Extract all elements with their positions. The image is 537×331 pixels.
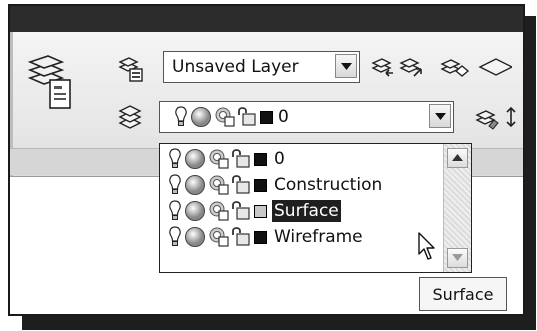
layer-control-combobox[interactable]: 0 — [159, 101, 454, 133]
layer-name: Surface — [272, 200, 341, 222]
scroll-down-button[interactable] — [447, 248, 468, 268]
layer-color-swatch[interactable] — [254, 230, 267, 244]
layer-isolate-icon[interactable] — [476, 55, 512, 81]
layer-state-icons — [168, 173, 272, 197]
unlock-icon[interactable] — [230, 174, 252, 196]
unlock-icon[interactable] — [230, 148, 252, 170]
sun-thaw-icon[interactable] — [182, 200, 208, 222]
lightbulb-on-icon[interactable] — [168, 174, 182, 196]
sun-thaw-icon[interactable] — [188, 106, 214, 128]
title-bar — [10, 6, 523, 32]
viewport-freeze-icon[interactable] — [208, 200, 230, 222]
viewport-freeze-icon[interactable] — [208, 174, 230, 196]
layer-state-icons — [168, 225, 272, 249]
chevron-down-icon — [435, 113, 446, 120]
sun-thaw-icon[interactable] — [182, 226, 208, 248]
unlock-icon[interactable] — [230, 200, 252, 222]
lightbulb-on-icon[interactable] — [168, 200, 182, 222]
unlock-icon[interactable] — [236, 106, 258, 128]
match-layer-icon[interactable] — [475, 106, 501, 132]
layer-state-icons — [168, 147, 272, 171]
layer-state-value: Unsaved Layer — [172, 57, 299, 77]
chevron-up-icon — [452, 154, 463, 161]
layer-name: Construction — [274, 175, 383, 195]
scroll-up-button[interactable] — [447, 148, 468, 168]
layer-control-dropdown-button[interactable] — [429, 104, 451, 128]
list-item-selected[interactable]: Surface — [168, 198, 464, 224]
lightbulb-on-icon[interactable] — [168, 148, 182, 170]
mouse-cursor-icon — [418, 232, 435, 260]
chevron-down-icon — [452, 254, 463, 261]
layer-change-icon[interactable] — [505, 106, 525, 132]
sun-thaw-icon[interactable] — [182, 174, 208, 196]
layer-name: 0 — [274, 149, 285, 169]
layer-state-combobox[interactable]: Unsaved Layer — [163, 51, 360, 83]
layer-color-swatch[interactable] — [254, 152, 267, 166]
viewport-freeze-icon[interactable] — [208, 148, 230, 170]
lightbulb-on-icon[interactable] — [174, 106, 188, 128]
layer-next-icon[interactable] — [399, 55, 425, 81]
layer-previous-icon[interactable] — [371, 55, 397, 81]
chevron-down-icon — [341, 63, 352, 70]
tooltip: Surface — [419, 277, 507, 311]
unlock-icon[interactable] — [230, 226, 252, 248]
lightbulb-on-icon[interactable] — [168, 226, 182, 248]
layer-color-swatch[interactable] — [254, 178, 267, 192]
layer-walk-icon[interactable] — [440, 55, 470, 81]
make-current-layer-icon[interactable] — [117, 105, 145, 131]
viewport-freeze-icon[interactable] — [214, 106, 236, 128]
active-layer-name: 0 — [278, 107, 289, 127]
dropdown-scrollbar[interactable] — [443, 144, 471, 272]
list-item[interactable]: Construction — [168, 172, 464, 198]
list-item[interactable]: 0 — [168, 146, 464, 172]
layer-color-swatch[interactable] — [254, 204, 267, 218]
sun-thaw-icon[interactable] — [182, 148, 208, 170]
layer-state-icons: 0 — [174, 105, 289, 129]
layer-state-icon[interactable] — [117, 55, 145, 83]
layer-state-dropdown-button[interactable] — [335, 54, 357, 78]
layer-properties-icon[interactable] — [24, 50, 76, 116]
layer-name: Wireframe — [274, 227, 363, 247]
viewport-freeze-icon[interactable] — [208, 226, 230, 248]
window-shadow-bottom — [22, 316, 536, 330]
layer-state-icons — [168, 199, 272, 223]
layer-color-swatch[interactable] — [260, 110, 273, 124]
